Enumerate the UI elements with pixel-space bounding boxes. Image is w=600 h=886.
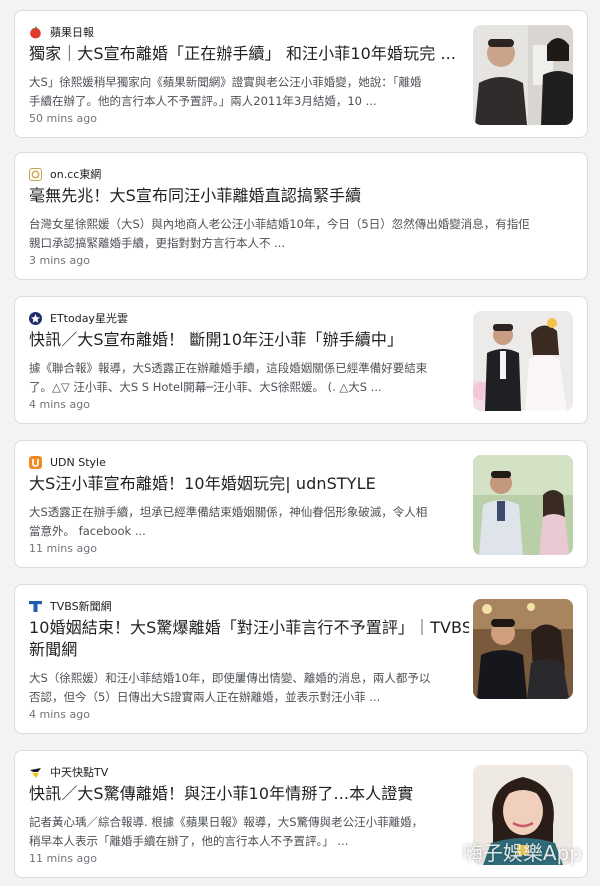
news-card[interactable]: 蘋果日報 獨家｜大S宣布離婚「正在辦手續」 和汪小菲10年婚玩完 ... 大S」… [14, 10, 588, 138]
news-headline[interactable]: 大S汪小菲宣布離婚！10年婚姻玩完| udnSTYLE [29, 473, 459, 495]
news-thumbnail[interactable] [473, 599, 573, 699]
news-timestamp: 4 mins ago [29, 398, 90, 411]
news-card[interactable]: ETtoday星光雲 快訊／大S宣布離婚！ 斷開10年汪小菲「辦手續中」 據《聯… [14, 296, 588, 424]
news-thumbnail[interactable] [473, 455, 573, 555]
news-headline[interactable]: 快訊／大S宣布離婚！ 斷開10年汪小菲「辦手續中」 [29, 329, 459, 351]
news-source-label: 中天快點TV [50, 766, 109, 779]
news-snippet-line: 記者黃心瑀／綜合報導. 根據《蘋果日報》報導，大S驚傳與老公汪小菲離婚， [29, 815, 424, 829]
tvbs-icon [29, 600, 42, 613]
news-snippet-line: 當意外。 facebook ... [29, 524, 146, 538]
news-thumbnail[interactable] [473, 25, 573, 125]
news-snippet-line: 台灣女星徐熙媛（大S）與內地商人老公汪小菲結婚10年，今日（5日）忽然傳出婚變消… [29, 217, 530, 231]
news-snippet-line: 親口承認搞緊離婚手續，更指對對方言行本人不 ... [29, 236, 286, 250]
news-card[interactable]: TVBS新聞網 10婚姻結束！大S驚爆離婚「對汪小菲言行不予置評」｜TVBS 新… [14, 584, 588, 734]
news-snippet-line: 大S透露正在辦手續，坦承已經準備結束婚姻關係，神仙眷侶形象破滅，令人相 [29, 505, 428, 519]
news-source-label: TVBS新聞網 [50, 600, 112, 613]
news-headline[interactable]: 獨家｜大S宣布離婚「正在辦手續」 和汪小菲10年婚玩完 ... [29, 43, 459, 65]
news-source-label: 蘋果日報 [50, 26, 94, 39]
news-headline[interactable]: 快訊／大S驚傳離婚！與汪小菲10年情掰了...本人證實 [29, 783, 459, 805]
news-snippet-line: 據《聯合報》報導，大S透露正在辦離婚手續，這段婚姻關係已經準備好要結束 [29, 361, 428, 375]
news-source[interactable]: 中天快點TV [29, 764, 108, 780]
news-card[interactable]: on.cc東網 毫無先兆！大S宣布同汪小菲離婚直認搞緊手續 台灣女星徐熙媛（大S… [14, 152, 588, 280]
news-source-label: ETtoday星光雲 [50, 312, 128, 325]
watermark-url: WWW.VIPMEETS.COM [491, 869, 578, 878]
news-timestamp: 50 mins ago [29, 112, 97, 125]
news-source-label: UDN Style [50, 455, 106, 469]
news-headline-continued[interactable]: 新聞網 [29, 639, 459, 661]
ctitv-icon [29, 766, 42, 779]
udn-icon [29, 455, 42, 469]
news-snippet-line: 手續在辦了。他的言行本人不予置評。」兩人2011年3月結婚，10 ... [29, 94, 377, 108]
news-source[interactable]: 蘋果日報 [29, 24, 94, 40]
news-source[interactable]: UDN Style [29, 454, 106, 470]
news-source-label: on.cc東網 [50, 168, 102, 181]
news-snippet-line: 了。△▽ 汪小菲、大S S Hotel開幕─汪小菲、大S徐熙媛。 (. △大S … [29, 380, 382, 394]
news-snippet-line: 大S」徐熙媛稍早獨家向《蘋果新聞網》證實與老公汪小菲婚變，她說：「離婚 [29, 75, 422, 89]
news-source[interactable]: ETtoday星光雲 [29, 310, 128, 326]
news-timestamp: 11 mins ago [29, 852, 97, 865]
news-timestamp: 11 mins ago [29, 542, 97, 555]
news-snippet-line: 否認，但今（5）日傳出大S證實兩人正在辦離婚，並表示對汪小菲 ... [29, 690, 381, 704]
oncc-icon [29, 167, 42, 181]
news-timestamp: 4 mins ago [29, 708, 90, 721]
news-results-page: 蘋果日報 獨家｜大S宣布離婚「正在辦手續」 和汪小菲10年婚玩完 ... 大S」… [0, 0, 600, 886]
news-snippet-line: 稍早本人表示「離婚手續在辦了，他的言行本人不予置評。」 ... [29, 834, 349, 848]
news-headline[interactable]: 10婚姻結束！大S驚爆離婚「對汪小菲言行不予置評」｜TVBS [29, 617, 469, 639]
news-snippet-line: 大S（徐熙媛）和汪小菲結婚10年，即使屢傳出情變、離婚的消息，兩人都予以 [29, 671, 431, 685]
news-headline[interactable]: 毫無先兆！大S宣布同汪小菲離婚直認搞緊手續 [29, 185, 569, 207]
news-timestamp: 3 mins ago [29, 254, 90, 267]
news-card[interactable]: UDN Style 大S汪小菲宣布離婚！10年婚姻玩完| udnSTYLE 大S… [14, 440, 588, 568]
news-source[interactable]: TVBS新聞網 [29, 598, 112, 614]
ettoday-icon [29, 311, 42, 325]
news-source[interactable]: on.cc東網 [29, 166, 101, 182]
watermark: 嗨子娛樂App [462, 841, 582, 865]
apple-icon [29, 25, 42, 39]
news-thumbnail[interactable] [473, 311, 573, 411]
